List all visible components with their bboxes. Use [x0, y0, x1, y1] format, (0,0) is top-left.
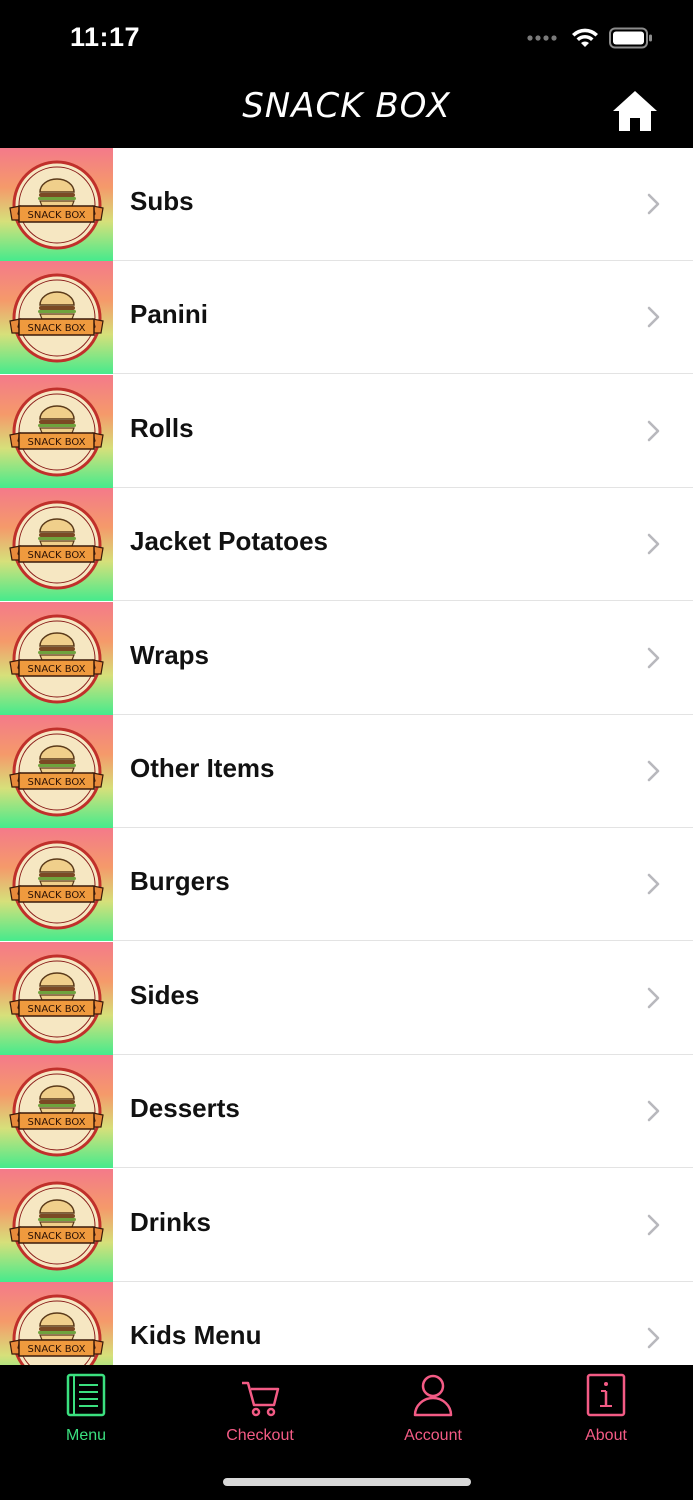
- svg-text:SNACK BOX: SNACK BOX: [28, 890, 86, 901]
- snack-box-logo-thumbnail: SNACK BOX: [0, 488, 113, 601]
- menu-row[interactable]: SNACK BOX Other Items: [0, 715, 693, 828]
- tab-account-label: Account: [404, 1427, 462, 1444]
- row-divider: [113, 1167, 693, 1168]
- user-icon: [413, 1374, 453, 1417]
- tab-about[interactable]: About: [536, 1373, 676, 1444]
- chevron-right-icon: [647, 647, 660, 669]
- burger-logo-icon: SNACK BOX: [9, 1181, 104, 1271]
- chevron-right-icon: [647, 306, 660, 328]
- wifi-icon: [572, 28, 598, 47]
- burger-logo-icon: SNACK BOX: [9, 273, 104, 363]
- svg-text:SNACK BOX: SNACK BOX: [28, 1004, 86, 1015]
- home-icon[interactable]: [611, 89, 659, 133]
- burger-logo-icon: SNACK BOX: [9, 727, 104, 817]
- menu-row-label: Drinks: [130, 1207, 211, 1237]
- svg-text:SNACK BOX: SNACK BOX: [28, 1344, 86, 1355]
- chevron-right-icon: [647, 760, 660, 782]
- menu-row-label: Subs: [130, 186, 194, 216]
- status-time: 11:17: [70, 22, 141, 52]
- status-bar: 11:17: [0, 0, 693, 80]
- snack-box-logo-thumbnail: SNACK BOX: [0, 828, 113, 941]
- chevron-right-icon: [647, 987, 660, 1009]
- snack-box-logo-thumbnail: SNACK BOX: [0, 261, 113, 374]
- menu-category-list: SNACK BOX Subs SNACK BOX Panini SNACK BOX Rol…: [0, 148, 693, 1365]
- status-icons: [527, 27, 653, 49]
- tab-checkout-label: Checkout: [226, 1427, 294, 1444]
- burger-logo-icon: SNACK BOX: [9, 160, 104, 250]
- chevron-right-icon: [647, 1100, 660, 1122]
- svg-text:SNACK BOX: SNACK BOX: [28, 1117, 86, 1128]
- menu-row-label: Desserts: [130, 1093, 240, 1123]
- row-divider: [113, 940, 693, 941]
- menu-row-label: Other Items: [130, 753, 275, 783]
- snack-box-logo-thumbnail: SNACK BOX: [0, 375, 113, 488]
- burger-logo-icon: SNACK BOX: [9, 840, 104, 930]
- app-title: SNACK BOX: [242, 86, 451, 126]
- info-icon: [586, 1373, 626, 1417]
- menu-row-label: Wraps: [130, 640, 209, 670]
- burger-logo-icon: SNACK BOX: [9, 614, 104, 704]
- battery-icon: [609, 27, 652, 49]
- chevron-right-icon: [647, 1214, 660, 1236]
- chevron-right-icon: [647, 193, 660, 215]
- menu-row[interactable]: SNACK BOX Wraps: [0, 602, 693, 715]
- menu-row[interactable]: SNACK BOX Sides: [0, 942, 693, 1055]
- svg-text:SNACK BOX: SNACK BOX: [28, 777, 86, 788]
- burger-logo-icon: SNACK BOX: [9, 387, 104, 477]
- snack-box-logo-thumbnail: SNACK BOX: [0, 602, 113, 715]
- tab-checkout[interactable]: Checkout: [190, 1373, 330, 1444]
- menu-row[interactable]: SNACK BOX Panini: [0, 261, 693, 374]
- menu-row-label: Sides: [130, 980, 200, 1010]
- snack-box-logo-thumbnail: SNACK BOX: [0, 148, 113, 261]
- menu-row-label: Rolls: [130, 413, 194, 443]
- menu-row-label: Burgers: [130, 866, 230, 896]
- burger-logo-icon: SNACK BOX: [9, 500, 104, 590]
- chevron-right-icon: [647, 1327, 660, 1349]
- menu-row[interactable]: SNACK BOX Desserts: [0, 1055, 693, 1168]
- svg-text:SNACK BOX: SNACK BOX: [28, 664, 86, 675]
- chevron-right-icon: [647, 420, 660, 442]
- row-divider: [113, 600, 693, 601]
- burger-logo-icon: SNACK BOX: [9, 1067, 104, 1157]
- snack-box-logo-thumbnail: SNACK BOX: [0, 1282, 113, 1365]
- cellular-signal-icon: [527, 35, 557, 41]
- snack-box-logo-thumbnail: SNACK BOX: [0, 1169, 113, 1282]
- nav-bar: SNACK BOX: [0, 80, 693, 148]
- menu-row[interactable]: SNACK BOX Burgers: [0, 828, 693, 941]
- svg-text:SNACK BOX: SNACK BOX: [28, 210, 86, 221]
- menu-book-icon: [66, 1373, 106, 1417]
- tab-menu[interactable]: Menu: [16, 1373, 156, 1444]
- svg-text:SNACK BOX: SNACK BOX: [28, 1231, 86, 1242]
- svg-text:SNACK BOX: SNACK BOX: [28, 550, 86, 561]
- burger-logo-icon: SNACK BOX: [9, 954, 104, 1044]
- snack-box-logo-thumbnail: SNACK BOX: [0, 942, 113, 1055]
- tab-account[interactable]: Account: [363, 1373, 503, 1444]
- menu-row-label: Panini: [130, 299, 209, 329]
- burger-logo-icon: SNACK BOX: [9, 1294, 104, 1365]
- home-indicator: [223, 1478, 471, 1486]
- tab-menu-label: Menu: [65, 1427, 107, 1444]
- menu-row[interactable]: SNACK BOX Subs: [0, 148, 693, 261]
- chevron-right-icon: [647, 873, 660, 895]
- tab-about-label: About: [585, 1427, 627, 1444]
- menu-row[interactable]: SNACK BOX Rolls: [0, 375, 693, 488]
- menu-row[interactable]: SNACK BOX Drinks: [0, 1169, 693, 1282]
- snack-box-logo-thumbnail: SNACK BOX: [0, 1055, 113, 1168]
- menu-row[interactable]: SNACK BOX Jacket Potatoes: [0, 488, 693, 601]
- chevron-right-icon: [647, 533, 660, 555]
- menu-row-label: Kids Menu: [130, 1320, 262, 1350]
- menu-row[interactable]: SNACK BOX Kids Menu: [0, 1282, 693, 1365]
- snack-box-logo-thumbnail: SNACK BOX: [0, 715, 113, 828]
- menu-row-label: Jacket Potatoes: [130, 526, 328, 556]
- row-divider: [113, 373, 693, 374]
- cart-icon: [242, 1381, 280, 1417]
- svg-text:SNACK BOX: SNACK BOX: [28, 437, 86, 448]
- svg-text:SNACK BOX: SNACK BOX: [28, 323, 86, 334]
